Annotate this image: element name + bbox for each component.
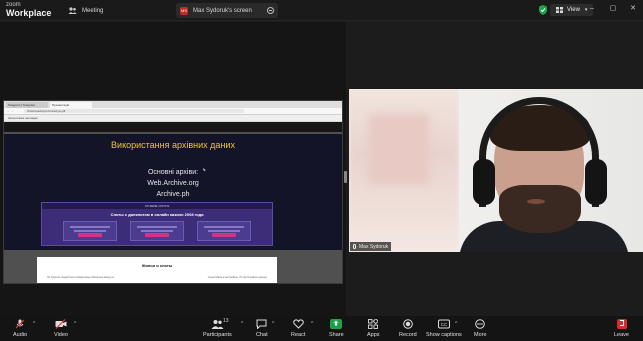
logo-line-2: Workplace <box>6 8 52 18</box>
page-text-right: Серый Ивон в настройках. По фотографии д… <box>207 276 267 279</box>
chat-options-chevron-icon[interactable]: ^ <box>272 321 274 327</box>
slide-line: Archive.ph <box>156 191 190 198</box>
participant-video[interactable] <box>349 89 643 252</box>
chat-icon <box>256 319 267 329</box>
chat-button[interactable]: Chat <box>256 319 268 340</box>
meeting-toolbar: Audio ^ Video ^ Participants 13 ^ Chat ^… <box>0 316 643 341</box>
apps-label: Apps <box>367 332 380 338</box>
nav-arrows-icon[interactable]: ← → <box>7 109 14 113</box>
bookmarks-bar: Імпортовані закладки <box>4 115 342 122</box>
browser-tab[interactable]: Telegram | Telegram <box>6 102 48 108</box>
captions-icon: CC <box>437 319 450 329</box>
presentation-slide: Використання архівних даних Основні архі… <box>4 134 342 250</box>
microphone-muted-icon <box>15 319 25 329</box>
heart-icon <box>292 319 304 329</box>
react-button[interactable]: React <box>291 319 305 340</box>
embed-heading: Слоты с джекпотом в онлайн казино 2008 г… <box>110 212 204 217</box>
shared-screen-area: Telegram | Telegram Презентація ← → /Dow… <box>0 22 346 316</box>
next-pdf-page: Жилья и слоты По просьбе людей были обна… <box>37 257 277 283</box>
record-button[interactable]: Record <box>399 319 417 340</box>
apps-button[interactable]: Apps <box>367 319 380 340</box>
headphone-cup-left <box>473 159 495 205</box>
audio-label: Audio <box>13 332 28 338</box>
video-options-chevron-icon[interactable]: ^ <box>74 321 76 327</box>
embed-header: ЛУЧШИЕ СЛОТЫ <box>42 203 272 209</box>
audio-button[interactable]: Audio <box>13 319 27 340</box>
participants-label: Participants <box>203 332 232 338</box>
participants-options-chevron-icon[interactable]: ^ <box>241 321 243 327</box>
meeting-icon <box>68 7 77 14</box>
react-label: React <box>291 332 306 338</box>
camera-muted-icon <box>55 319 67 329</box>
view-label: View <box>567 7 580 13</box>
share-label: Share <box>329 332 344 338</box>
browser-tab-active[interactable]: Презентація <box>50 102 92 108</box>
view-grid-icon <box>556 7 563 13</box>
shared-browser-window[interactable]: Telegram | Telegram Презентація ← → /Dow… <box>3 100 343 284</box>
page-heading: Жилья и слоты <box>141 263 173 268</box>
leave-icon <box>616 319 627 329</box>
audio-options-chevron-icon[interactable]: ^ <box>33 321 35 327</box>
share-screen-icon <box>330 319 343 329</box>
page-text-left: По просьбе людей были обнаружены обширны… <box>47 276 115 279</box>
leave-label: Leave <box>614 332 629 338</box>
microphone-icon <box>353 244 356 249</box>
minimize-circle-icon[interactable] <box>267 7 274 14</box>
slide-title: Використання архівних даних <box>111 140 235 150</box>
more-button[interactable]: More <box>474 319 487 340</box>
tab-meeting-label: Meeting <box>82 7 104 14</box>
chat-label: Chat <box>256 332 268 338</box>
url-field[interactable]: /Downloads/prezentaciya.pdf <box>23 109 244 113</box>
headphones-band <box>479 97 599 207</box>
tab-shared-screen[interactable]: MS Max Sydoruk's screen <box>176 3 278 18</box>
split-view-resize-handle[interactable] <box>344 171 347 183</box>
record-icon <box>403 319 413 329</box>
slide-line: Web.Archive.org <box>147 180 199 187</box>
slide-body: Основні архіви: Web.Archive.org Archive.… <box>4 167 342 200</box>
embed-card <box>197 221 252 241</box>
more-label: More <box>474 332 487 338</box>
browser-address-bar[interactable]: ← → /Downloads/prezentaciya.pdf <box>4 108 342 115</box>
screen-share-icon: MS <box>180 6 188 15</box>
participant-name: Max Sydoruk <box>359 243 389 250</box>
captions-label: Show captions <box>426 332 462 338</box>
participants-count: 13 <box>223 318 229 324</box>
pdf-toolbar <box>4 122 342 132</box>
react-options-chevron-icon[interactable]: ^ <box>311 321 313 327</box>
svg-text:CC: CC <box>441 322 448 327</box>
page-text: По просьбе людей были обнаружены обширны… <box>47 276 267 279</box>
participant-name-tag: Max Sydoruk <box>350 242 392 251</box>
close-window-icon[interactable]: ✕ <box>628 4 638 14</box>
security-shield-icon[interactable] <box>539 5 547 15</box>
minimize-window-icon[interactable]: – <box>587 4 597 14</box>
apps-icon <box>368 319 379 329</box>
share-button[interactable]: Share <box>329 319 344 340</box>
slide-line: Основні архіви: <box>147 169 199 176</box>
video-button[interactable]: Video <box>54 319 68 340</box>
tab-meeting[interactable]: Meeting <box>68 3 103 18</box>
record-label: Record <box>399 332 417 338</box>
embed-cards <box>42 221 272 241</box>
zoom-workplace-logo: zoom Workplace <box>6 2 51 18</box>
title-bar: zoom Workplace Meeting MS Max Sydoruk's … <box>0 0 643 21</box>
background-blur <box>369 114 429 184</box>
embed-card <box>62 221 117 241</box>
maximize-window-icon[interactable]: ▢ <box>608 4 618 14</box>
headphone-cup-right <box>585 159 607 205</box>
browser-tab-strip: Telegram | Telegram Презентація <box>4 101 342 108</box>
slide-screenshot-image: ЛУЧШИЕ СЛОТЫ Слоты с джекпотом в онлайн … <box>41 202 273 246</box>
participants-icon <box>211 320 224 329</box>
leave-button[interactable]: Leave <box>614 319 629 340</box>
more-dots-icon <box>475 319 486 329</box>
pdf-viewer[interactable]: Використання архівних даних Основні архі… <box>4 122 342 283</box>
embed-card <box>129 221 184 241</box>
tab-screen-label: Max Sydoruk's screen <box>193 7 252 14</box>
captions-options-chevron-icon[interactable]: ^ <box>455 321 457 327</box>
video-label: Video <box>54 332 68 338</box>
